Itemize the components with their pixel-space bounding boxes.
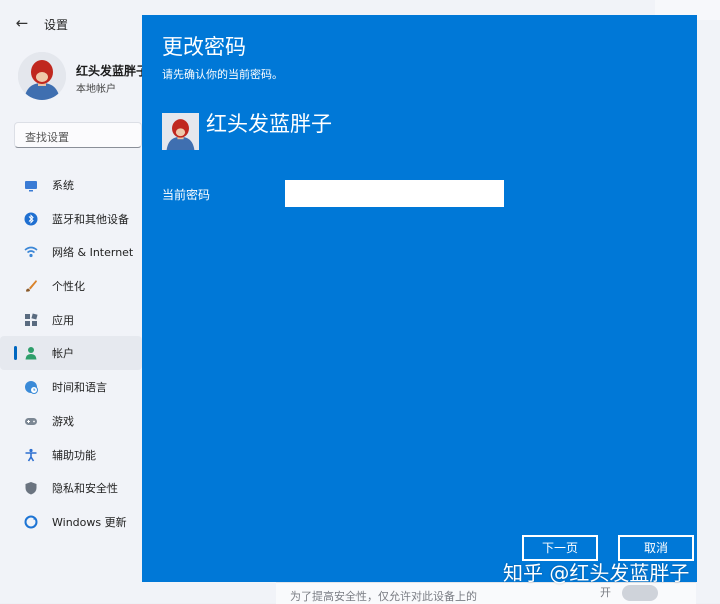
sidebar-item-0[interactable]: 系统 [0, 168, 142, 202]
toggle-label: 开 [600, 586, 611, 599]
search-box[interactable]: 查找设置 [14, 122, 142, 148]
active-indicator [14, 346, 17, 361]
sidebar-nav: 系统蓝牙和其他设备 网络 & Internet 个性化应用帐户时间和语言游戏辅助功能… [0, 168, 142, 539]
sidebar-item-label: 游戏 [52, 414, 74, 428]
user-name: 红头发蓝胖子 [76, 64, 149, 78]
sidebar-item-label: 蓝牙和其他设备 [52, 212, 129, 226]
wifi-icon [24, 247, 38, 258]
accessibility-icon [25, 448, 37, 461]
current-password-input[interactable] [285, 180, 504, 207]
dialog-avatar [162, 113, 199, 150]
dialog-title: 更改密码 [162, 35, 246, 59]
sidebar-item-label: 系统 [52, 179, 74, 192]
sidebar-item-label: 时间和语言 [52, 381, 107, 395]
sidebar-item-7[interactable]: 游戏 [0, 404, 142, 438]
background-setting-text: 为了提高安全性，仅允许对此设备上的 [290, 590, 477, 603]
globe-clock-icon [25, 381, 38, 395]
background-toggle[interactable] [622, 585, 658, 601]
avatar-image-icon [18, 52, 66, 100]
change-password-dialog: 更改密码 请先确认你的当前密码。 红头发蓝胖子 当前密码 下一页 取消 [142, 15, 697, 582]
bluetooth-icon [24, 212, 38, 226]
current-password-label: 当前密码 [162, 188, 211, 202]
sidebar-item-6[interactable]: 时间和语言 [0, 370, 142, 404]
profile-card[interactable]: 红头发蓝胖子 本地帐户 [18, 52, 148, 108]
dialog-user-name: 红头发蓝胖子 [206, 112, 332, 136]
update-icon [24, 515, 38, 529]
person-icon [25, 347, 37, 360]
sidebar-item-8[interactable]: 辅助功能 [0, 438, 142, 472]
sidebar-item-label: 个性化 [52, 280, 85, 294]
sidebar-item-label: Windows 更新 [52, 515, 127, 529]
sidebar-item-label: 辅助功能 [52, 448, 96, 462]
account-type: 本地帐户 [76, 84, 116, 95]
sidebar-item-label: 应用 [52, 313, 74, 327]
sidebar-item-10[interactable]: Windows 更新 [0, 505, 142, 539]
sidebar-item-9[interactable]: 隐私和安全性 [0, 471, 142, 505]
sidebar-item-label: 隐私和安全性 [52, 482, 118, 496]
search-placeholder: 查找设置 [25, 131, 69, 144]
brush-icon [26, 280, 37, 292]
apps-icon [25, 313, 38, 326]
sidebar-item-label: 网络 & Internet [52, 246, 134, 260]
back-arrow-icon[interactable]: ← [10, 12, 34, 34]
sidebar-item-label: 帐户 [52, 347, 74, 361]
gamepad-icon [25, 417, 37, 425]
sidebar-item-4[interactable]: 应用 [0, 303, 142, 337]
sidebar-item-1[interactable]: 蓝牙和其他设备 [0, 202, 142, 236]
shield-icon [25, 482, 37, 495]
watermark: 知乎 @红头发蓝胖子 [503, 561, 690, 585]
window-title: 设置 [44, 18, 69, 32]
avatar [18, 52, 66, 100]
sidebar-item-5[interactable]: 帐户 [0, 336, 142, 371]
avatar-image-icon [162, 113, 199, 150]
sidebar-item-2[interactable]: 网络 & Internet [0, 235, 142, 269]
dialog-subtitle: 请先确认你的当前密码。 [162, 68, 283, 81]
monitor-icon [25, 181, 37, 192]
sidebar-item-3[interactable]: 个性化 [0, 269, 142, 303]
